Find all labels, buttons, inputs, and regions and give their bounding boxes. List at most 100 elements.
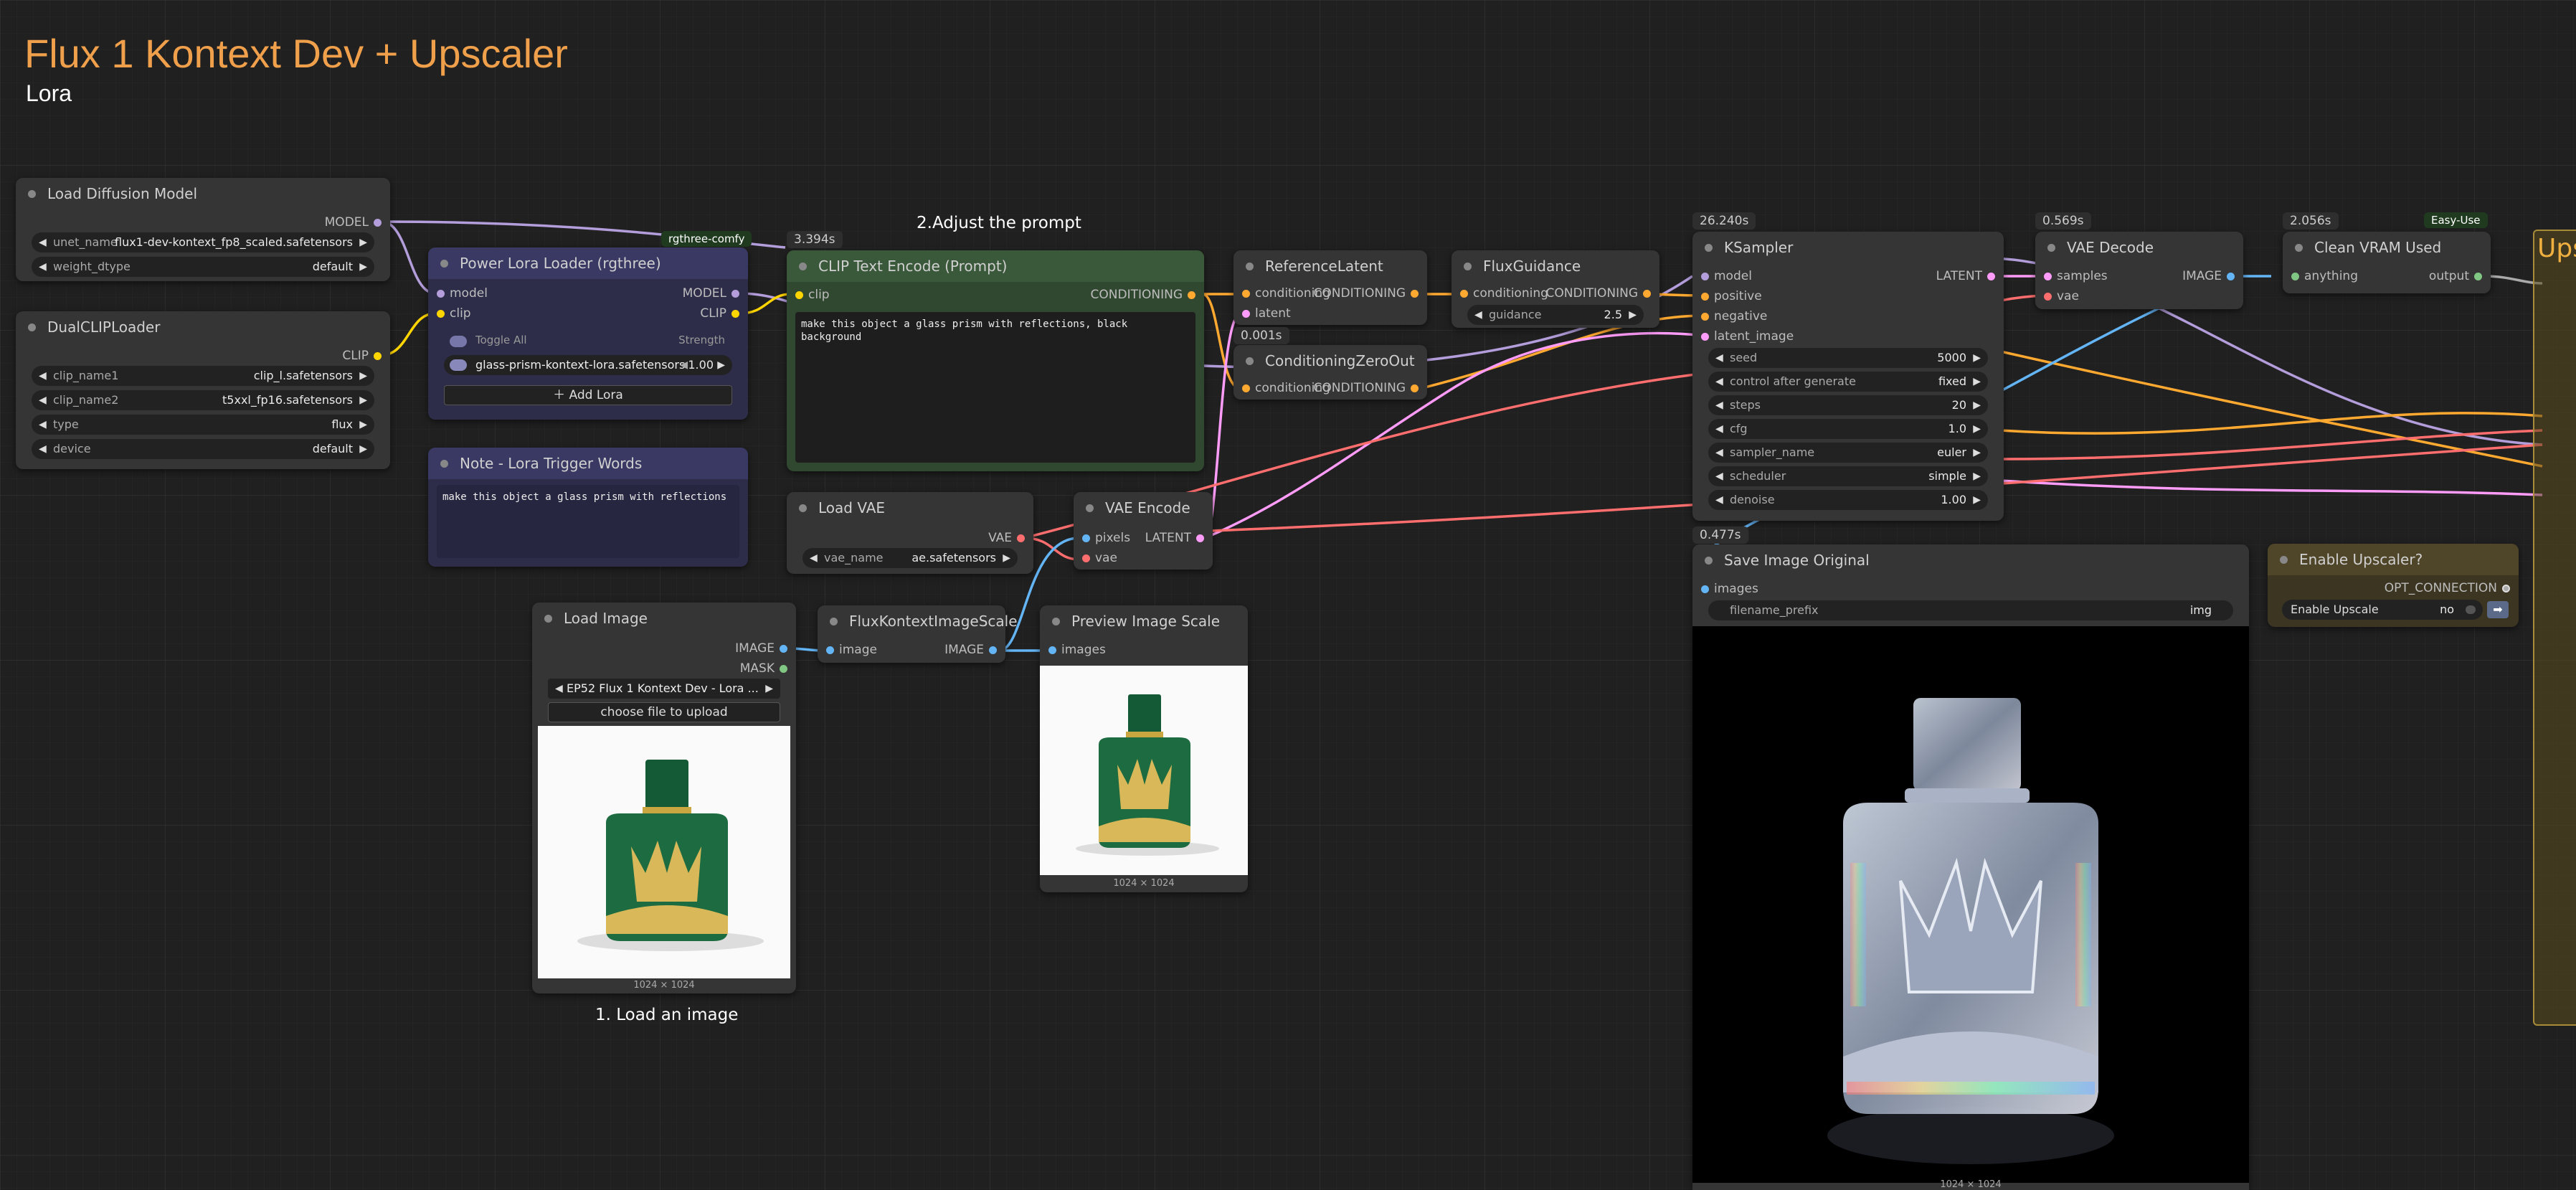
dual-clip-loader-node[interactable]: DualCLIPLoader CLIP ◀ clip_name1 clip_l.sa… bbox=[16, 311, 390, 469]
steps-widget[interactable]: ◀ steps 20 ▶ bbox=[1708, 395, 1988, 415]
node-title[interactable]: KSampler bbox=[1692, 232, 2004, 263]
load-vae-node[interactable]: Load VAE VAE ◀ vae_name ae.safetensors ▶ bbox=[787, 492, 1033, 574]
load-diffusion-model-node[interactable]: Load Diffusion Model MODEL ◀ unet_name flu… bbox=[16, 178, 390, 281]
node-title[interactable]: Save Image Original bbox=[1692, 544, 2249, 576]
clean-vram-node[interactable]: Clean VRAM Used anything output bbox=[2283, 232, 2491, 293]
clip-name2-widget[interactable]: ◀ clip_name2 t5xxl_fp16.safetensors ▶ bbox=[32, 390, 374, 410]
type-widget[interactable]: ◀ type flux ▶ bbox=[32, 415, 374, 435]
filename-prefix-widget[interactable]: filename_prefix img bbox=[1708, 600, 2233, 620]
vae-name-widget[interactable]: ◀ vae_name ae.safetensors ▶ bbox=[802, 548, 1018, 568]
save-image-original-node[interactable]: Save Image Original images filename_pref… bbox=[1692, 544, 2249, 1190]
model-io[interactable]: model LATENT bbox=[1692, 266, 2004, 286]
scheduler-widget[interactable]: ◀ scheduler simple ▶ bbox=[1708, 466, 1988, 486]
easy-use-badge: Easy-Use bbox=[2424, 212, 2488, 228]
preview-size-caption: 1024 × 1024 bbox=[1113, 878, 1175, 889]
unet-name-widget[interactable]: ◀ unet_name flux1-dev-kontext_fp8_scaled.s… bbox=[32, 232, 374, 252]
node-title[interactable]: ConditioningZeroOut bbox=[1233, 345, 1427, 377]
image-io[interactable]: image IMAGE bbox=[818, 640, 1005, 660]
node-title[interactable]: Enable Upscaler? bbox=[2268, 544, 2519, 575]
output-size-caption: 1024 × 1024 bbox=[1940, 1179, 2002, 1190]
flux-guidance-node[interactable]: FluxGuidance conditioning CONDITIONING ◀ g… bbox=[1452, 250, 1659, 328]
latent-input[interactable]: latent bbox=[1233, 303, 1427, 324]
node-title[interactable]: Note - Lora Trigger Words bbox=[428, 448, 748, 479]
preview-image-scale-node[interactable]: Preview Image Scale images 1024 × 1024 bbox=[1040, 605, 1248, 892]
adjust-prompt-label: 2.Adjust the prompt bbox=[917, 214, 1081, 232]
model-slot[interactable]: model MODEL bbox=[428, 283, 748, 303]
timing-ksampler: 26.240s bbox=[1692, 212, 1756, 230]
denoise-widget[interactable]: ◀ denoise 1.00 ▶ bbox=[1708, 490, 1988, 510]
positive-input[interactable]: positive bbox=[1692, 286, 2004, 306]
prompt-textarea[interactable]: make this object a glass prism with refl… bbox=[795, 312, 1195, 463]
node-title[interactable]: Power Lora Loader (rgthree) bbox=[428, 247, 748, 279]
sampler-name-widget[interactable]: ◀ sampler_name euler ▶ bbox=[1708, 443, 1988, 463]
clip-io[interactable]: clip CONDITIONING bbox=[787, 285, 1204, 305]
node-title[interactable]: VAE Decode bbox=[2035, 232, 2243, 263]
node-title[interactable]: DualCLIPLoader bbox=[16, 311, 390, 343]
enable-upscale-toggle[interactable]: Enable Upscale no bbox=[2282, 600, 2483, 620]
toggle-all-switch[interactable] bbox=[450, 336, 467, 347]
vae-encode-node[interactable]: VAE Encode pixels LATENT vae bbox=[1074, 492, 1213, 570]
ksampler-node[interactable]: KSampler model LATENT positive negative l… bbox=[1692, 232, 2004, 521]
samples-io[interactable]: samples IMAGE bbox=[2035, 266, 2243, 286]
mask-output[interactable]: MASK bbox=[532, 658, 796, 679]
clip-name1-widget[interactable]: ◀ clip_name1 clip_l.safetensors ▶ bbox=[32, 366, 374, 386]
choose-file-button[interactable]: choose file to upload bbox=[548, 702, 780, 722]
negative-input[interactable]: negative bbox=[1692, 306, 2004, 326]
output-image bbox=[1692, 626, 2249, 1183]
enable-upscaler-node[interactable]: Enable Upscaler? OPT_CONNECTION Enable U… bbox=[2268, 544, 2519, 627]
power-lora-loader-node[interactable]: Power Lora Loader (rgthree) model MODEL c… bbox=[428, 247, 748, 420]
anything-io[interactable]: anything output bbox=[2283, 266, 2491, 286]
clip-output[interactable]: CLIP bbox=[16, 346, 390, 366]
seed-widget[interactable]: ◀ seed 5000 ▶ bbox=[1708, 348, 1988, 368]
conditioning-io[interactable]: conditioning CONDITIONING bbox=[1233, 283, 1427, 303]
node-title[interactable]: Preview Image Scale bbox=[1040, 605, 1248, 637]
cfg-widget[interactable]: ◀ cfg 1.0 ▶ bbox=[1708, 419, 1988, 439]
arrow-right-icon[interactable]: ➡ bbox=[2487, 601, 2509, 618]
lora-row[interactable]: glass-prism-kontext-lora.safetensors ◀ 1.0… bbox=[444, 355, 732, 375]
weight-dtype-widget[interactable]: ◀ weight_dtype default ▶ bbox=[32, 257, 374, 277]
node-title[interactable]: VAE Encode bbox=[1074, 492, 1213, 524]
conditioning-io[interactable]: conditioning CONDITIONING bbox=[1452, 283, 1659, 303]
vae-input[interactable]: vae bbox=[1074, 548, 1213, 568]
latent-image-input[interactable]: latent_image bbox=[1692, 326, 2004, 346]
node-title[interactable]: FluxKontextImageScale bbox=[818, 605, 1018, 637]
clip-text-encode-node[interactable]: CLIP Text Encode (Prompt) clip CONDITIONI… bbox=[787, 250, 1204, 471]
model-output[interactable]: MODEL bbox=[16, 212, 390, 232]
opt-connection-output[interactable]: OPT_CONNECTION bbox=[2268, 578, 2519, 598]
upscale-group-title[interactable]: Ups bbox=[2537, 234, 2576, 263]
node-title[interactable]: ReferenceLatent bbox=[1233, 250, 1427, 282]
image-file-widget[interactable]: ◀ EP52 Flux 1 Kontext Dev - Lora ... ▶ bbox=[548, 679, 780, 699]
toggle-row[interactable]: Toggle All Strength bbox=[444, 334, 732, 349]
reference-latent-node[interactable]: ReferenceLatent conditioning CONDITIONING… bbox=[1233, 250, 1427, 325]
node-title[interactable]: Clean VRAM Used bbox=[2283, 232, 2491, 263]
load-image-label: 1. Load an image bbox=[595, 1006, 739, 1024]
image-output[interactable]: IMAGE bbox=[532, 638, 796, 658]
images-input[interactable]: images bbox=[1692, 579, 2249, 599]
load-image-node[interactable]: Load Image IMAGE MASK ◀ EP52 Flux 1 Konte… bbox=[532, 603, 796, 993]
conditioning-zero-out-node[interactable]: ConditioningZeroOut conditioning CONDITIO… bbox=[1233, 345, 1427, 400]
vae-input[interactable]: vae bbox=[2035, 286, 2243, 306]
pixels-io[interactable]: pixels LATENT bbox=[1074, 528, 1213, 548]
workflow-subtitle: Lora bbox=[26, 80, 72, 106]
note-trigger-words-node[interactable]: Note - Lora Trigger Words make this obje… bbox=[428, 448, 748, 567]
node-title[interactable]: CLIP Text Encode (Prompt) bbox=[787, 250, 1204, 282]
conditioning-io[interactable]: conditioning CONDITIONING bbox=[1233, 378, 1427, 398]
lora-toggle[interactable] bbox=[450, 359, 467, 371]
node-title[interactable]: Load Diffusion Model bbox=[16, 178, 390, 209]
images-input[interactable]: images bbox=[1040, 640, 1248, 660]
guidance-widget[interactable]: ◀ guidance 2.5 ▶ bbox=[1467, 305, 1644, 325]
node-title[interactable]: FluxGuidance bbox=[1452, 250, 1659, 282]
note-text[interactable]: make this object a glass prism with refl… bbox=[437, 485, 739, 558]
clip-slot[interactable]: clip CLIP bbox=[428, 303, 748, 324]
vae-output[interactable]: VAE bbox=[787, 528, 1033, 548]
flux-kontext-image-scale-node[interactable]: FluxKontextImageScale image IMAGE bbox=[818, 605, 1018, 663]
timing-clip: 3.394s bbox=[787, 231, 843, 248]
node-title[interactable]: Load Image bbox=[532, 603, 796, 634]
loaded-image-preview bbox=[538, 726, 790, 978]
upscale-group[interactable]: Ups bbox=[2533, 230, 2576, 1026]
add-lora-button[interactable]: ＋ Add Lora bbox=[444, 385, 732, 405]
vae-decode-node[interactable]: VAE Decode samples IMAGE vae bbox=[2035, 232, 2243, 309]
node-title[interactable]: Load VAE bbox=[787, 492, 1033, 524]
device-widget[interactable]: ◀ device default ▶ bbox=[32, 439, 374, 459]
control-after-generate-widget[interactable]: ◀ control after generate fixed ▶ bbox=[1708, 372, 1988, 392]
